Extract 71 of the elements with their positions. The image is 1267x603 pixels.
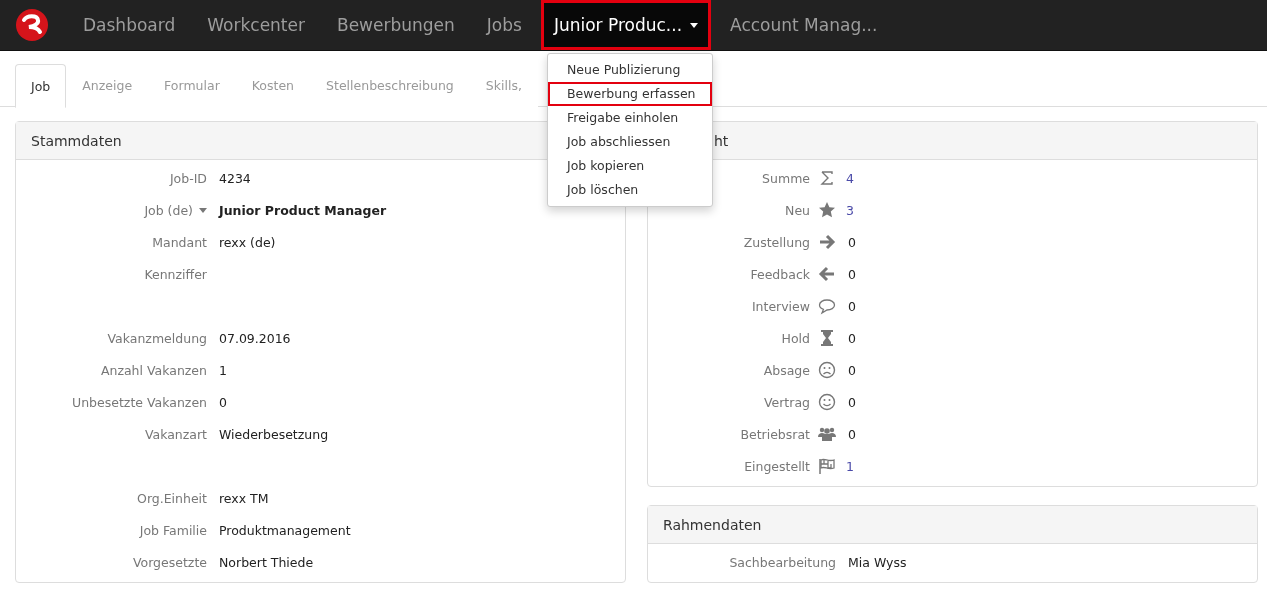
- panel-title: Rahmendaten: [663, 516, 762, 533]
- field-value: Produktmanagement: [218, 522, 351, 538]
- menu-item[interactable]: Job abschliessen: [548, 130, 712, 154]
- panel-title: Stammdaten: [31, 132, 122, 149]
- count-link[interactable]: 4: [836, 170, 1257, 186]
- field-label: Mandant: [152, 234, 207, 250]
- menu-item[interactable]: Neue Publizierung: [548, 58, 712, 82]
- status-label: Betriebsrat: [740, 426, 810, 442]
- field-value: Wiederbesetzung: [218, 426, 329, 442]
- status-label: Summe: [762, 170, 810, 186]
- arrow-right-icon: [818, 233, 836, 251]
- count-value: 0: [847, 330, 857, 346]
- field-value: 4234: [218, 170, 251, 186]
- star-icon: [818, 201, 836, 219]
- menu-item[interactable]: Bewerbung erfassen: [548, 82, 712, 106]
- field-value: 07.09.2016: [218, 330, 291, 346]
- field-value: Junior Product Manager: [217, 202, 387, 218]
- sad-face-icon: [818, 361, 836, 379]
- status-label: Feedback: [750, 266, 810, 282]
- count-value: 0: [847, 298, 857, 314]
- count-link[interactable]: 1: [836, 458, 1257, 474]
- field-value: rexx TM: [218, 490, 269, 506]
- arrow-left-icon: [818, 265, 836, 283]
- field-value: 1: [218, 362, 227, 378]
- status-label: Vertrag: [763, 394, 810, 410]
- count-link[interactable]: 3: [836, 202, 1257, 218]
- nav-item[interactable]: Dashboard: [70, 0, 189, 50]
- menu-item[interactable]: Job kopieren: [548, 154, 712, 178]
- nav-item[interactable]: Junior Produc...: [540, 0, 712, 50]
- status-label: Eingestellt: [744, 458, 810, 474]
- field-label: Org.Einheit: [137, 490, 207, 506]
- status-label: Zustellung: [743, 234, 810, 250]
- field-label: Job-ID: [169, 170, 207, 186]
- status-label: Interview: [751, 298, 810, 314]
- tab[interactable]: Job: [15, 64, 67, 108]
- sigma-icon: [818, 169, 836, 187]
- status-label: Neu: [785, 202, 810, 218]
- field-value: 0: [218, 394, 227, 410]
- count-value: 0: [847, 394, 857, 410]
- panel-title: ht: [714, 132, 729, 149]
- field-label: Vakanzart: [144, 426, 207, 442]
- field-value: Norbert Thiede: [218, 554, 314, 570]
- speech-bubble-icon: [818, 297, 836, 315]
- count-value: 0: [847, 362, 857, 378]
- nav-item[interactable]: Bewerbungen: [324, 0, 468, 50]
- field-label: Unbesetzte Vakanzen: [72, 394, 207, 410]
- field-label: Vorgesetzte: [132, 554, 207, 570]
- field-label: Kennziffer: [144, 266, 207, 282]
- nav-item[interactable]: Workcenter: [194, 0, 318, 50]
- menu-item[interactable]: Freigabe einholen: [548, 106, 712, 130]
- field-label: Job (de): [144, 202, 193, 218]
- count-value: 0: [847, 426, 857, 442]
- users-icon: [818, 425, 836, 443]
- field-label: Anzahl Vakanzen: [100, 362, 207, 378]
- logo-icon: [15, 8, 49, 42]
- hourglass-icon: [818, 329, 836, 347]
- field-label: Job Familie: [139, 522, 207, 538]
- count-value: 0: [847, 234, 857, 250]
- nav-item[interactable]: Jobs: [473, 0, 535, 50]
- field-label: Sachbearbeitung: [728, 554, 836, 570]
- nav-item[interactable]: Account Manag...: [717, 0, 891, 50]
- status-label: Absage: [763, 362, 810, 378]
- field-value: rexx (de): [218, 234, 276, 250]
- smiley-icon: [818, 393, 836, 411]
- caret-icon: [199, 207, 207, 213]
- count-value: 0: [847, 266, 857, 282]
- field-label: Vakanzmeldung: [107, 330, 207, 346]
- menu-item[interactable]: Job löschen: [548, 178, 712, 202]
- status-label: Hold: [781, 330, 810, 346]
- field-value: Mia Wyss: [847, 554, 907, 570]
- checkered-flag-icon: [818, 457, 836, 475]
